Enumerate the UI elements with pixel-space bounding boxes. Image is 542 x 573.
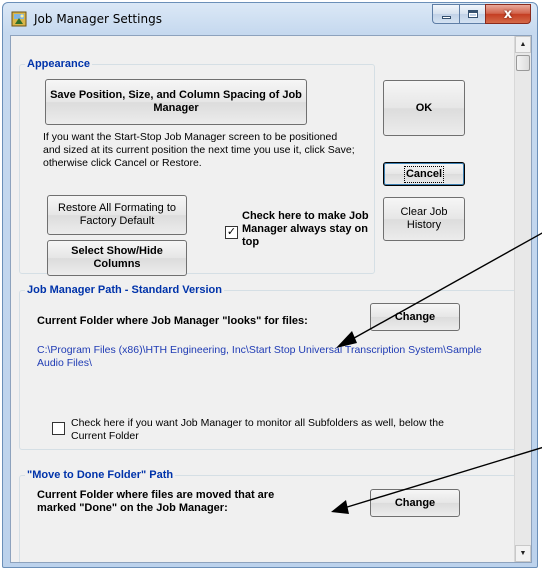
select-columns-label: Select Show/Hide Columns [71,245,163,270]
vertical-scrollbar[interactable]: ▲ ▼ [514,36,531,562]
dialog-client-area: Appearance Save Position, Size, and Colu… [10,35,532,563]
caption-buttons: x [432,4,531,24]
clear-history-label: Clear Job History [400,206,448,231]
save-position-label: Save Position, Size, and Column Spacing … [50,89,302,114]
save-position-button[interactable]: Save Position, Size, and Column Spacing … [45,79,307,125]
change-done-path-button[interactable]: Change [370,489,460,517]
close-button[interactable]: x [485,4,531,24]
window-title: Job Manager Settings [34,12,162,26]
cancel-label: Cancel [403,165,445,183]
job-manager-path-legend: Job Manager Path - Standard Version [27,284,222,296]
cancel-button[interactable]: Cancel [383,162,465,186]
scroll-thumb[interactable] [516,55,530,71]
ok-button[interactable]: OK [383,80,465,136]
check-icon: ✓ [226,226,237,238]
save-hint-text: If you want the Start-Stop Job Manager s… [43,131,355,169]
current-folder-path: C:\Program Files (x86)\HTH Engineering, … [37,344,482,369]
scroll-down-arrow-icon[interactable]: ▼ [515,545,531,562]
clear-history-button[interactable]: Clear Job History [383,197,465,241]
monitor-subfolders-label: Check here if you want Job Manager to mo… [71,417,444,442]
restore-defaults-label: Restore All Formating to Factory Default [58,202,176,227]
close-icon: x [503,6,513,22]
always-on-top-label: Check here to make Job Manager always st… [242,210,369,248]
current-folder-label: Current Folder where Job Manager "looks"… [37,315,308,327]
restore-defaults-button[interactable]: Restore All Formating to Factory Default [47,195,187,235]
settings-window: Job Manager Settings x Appearance Save P… [2,2,538,568]
maximize-icon [467,10,478,18]
ok-label: OK [415,101,433,114]
select-columns-button[interactable]: Select Show/Hide Columns [47,240,187,276]
change-done-path-label: Change [394,496,436,509]
maximize-button[interactable] [459,4,485,24]
change-path-button[interactable]: Change [370,303,460,331]
minimize-button[interactable] [432,4,459,24]
minimize-icon [441,15,451,19]
done-folder-label: Current Folder where files are moved tha… [37,489,275,514]
monitor-subfolders-checkbox[interactable] [52,422,65,435]
change-path-label: Change [394,310,436,323]
done-folder-legend: "Move to Done Folder" Path [27,469,174,481]
title-bar[interactable]: Job Manager Settings x [3,3,537,35]
appearance-legend: Appearance [27,58,90,70]
always-on-top-checkbox[interactable]: ✓ [225,226,238,239]
app-icon [11,11,27,27]
scroll-up-arrow-icon[interactable]: ▲ [515,36,531,53]
